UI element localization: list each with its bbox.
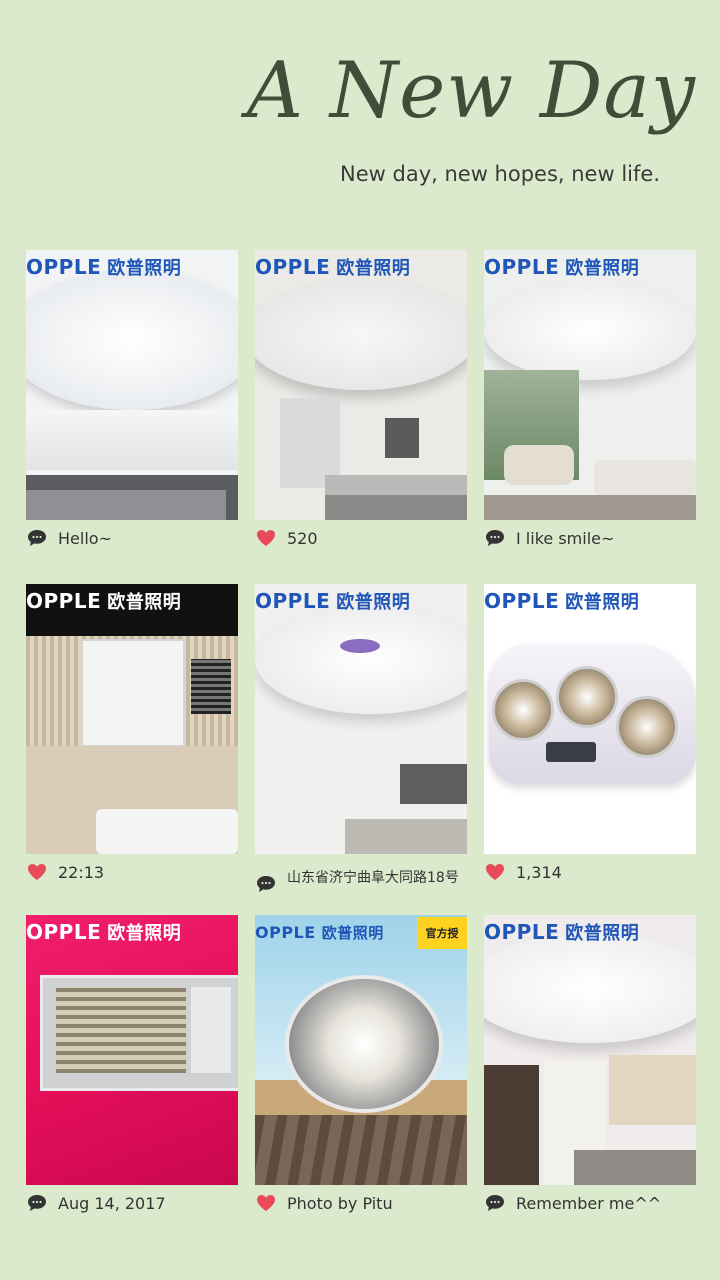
caption-text: Aug 14, 2017	[58, 1193, 166, 1213]
photo-tile[interactable]: OPPLE 欧普照明 Aug 14, 2017	[26, 915, 238, 1213]
tile-caption: Remember me^^	[484, 1193, 706, 1213]
photo-tile[interactable]: OPPLE 欧普照明 山东省济宁曲阜大同路18号	[255, 584, 467, 892]
caption-text: Photo by Pitu	[287, 1193, 393, 1213]
tile-caption: Photo by Pitu	[255, 1193, 477, 1213]
photo-tile[interactable]: OPPLE 欧普照明 22:13	[26, 584, 238, 882]
photo-tile[interactable]: OPPLE 欧普照明 1,314	[484, 584, 696, 882]
brand-logo: OPPLE 欧普照明	[255, 589, 411, 613]
tile-caption: 1,314	[484, 862, 706, 882]
official-badge: 官方授	[417, 917, 467, 949]
brand-logo: OPPLE 欧普照明	[484, 589, 640, 613]
caption-text: 22:13	[58, 862, 105, 882]
brand-logo: OPPLE 欧普照明	[255, 255, 411, 279]
chat-bubble-icon[interactable]	[26, 528, 48, 548]
page-subtitle: New day, new hopes, new life.	[340, 162, 660, 186]
header: A New Day New day, new hopes, new life.	[0, 0, 720, 230]
chat-bubble-icon[interactable]	[484, 528, 506, 548]
tile-photo[interactable]: OPPLE 欧普照明	[255, 250, 467, 520]
caption-text: I like smile~	[516, 528, 615, 548]
tile-photo[interactable]: OPPLE 欧普照明	[26, 250, 238, 520]
heart-icon[interactable]	[255, 528, 277, 548]
tile-caption: 520	[255, 528, 477, 548]
heart-icon[interactable]	[255, 1193, 277, 1213]
tile-photo[interactable]: OPPLE 欧普照明	[484, 915, 696, 1185]
caption-text: Hello~	[58, 528, 112, 548]
tile-photo[interactable]: OPPLE 欧普照明	[26, 915, 238, 1185]
caption-text: 520	[287, 528, 318, 548]
tile-caption: 山东省济宁曲阜大同路18号	[255, 860, 477, 894]
photo-tile[interactable]: OPPLE 欧普照明 520	[255, 250, 467, 548]
tile-caption: I like smile~	[484, 528, 706, 548]
photo-tile[interactable]: OPPLE 欧普照明 Remember me^^	[484, 915, 696, 1213]
brand-logo: OPPLE 欧普照明	[26, 920, 182, 944]
brand-logo: OPPLE 欧普照明	[26, 255, 182, 279]
brand-logo: OPPLE 欧普照明	[484, 920, 640, 944]
chat-bubble-icon[interactable]	[484, 1193, 506, 1213]
photo-tile[interactable]: OPPLE 欧普照明 I like smile~	[484, 250, 696, 548]
photo-tile[interactable]: 官方授 OPPLE 欧普照明 Photo by Pitu	[255, 915, 467, 1213]
page-title: A New Day	[246, 46, 696, 136]
tile-photo[interactable]: OPPLE 欧普照明	[484, 250, 696, 520]
caption-text: 山东省济宁曲阜大同路18号	[287, 870, 459, 886]
brand-logo: OPPLE 欧普照明	[484, 255, 640, 279]
tile-photo[interactable]: OPPLE 欧普照明	[255, 584, 467, 854]
chat-bubble-icon[interactable]	[26, 1193, 48, 1213]
brand-logo: OPPLE 欧普照明	[26, 589, 182, 613]
caption-text: Remember me^^	[516, 1193, 662, 1213]
tile-photo[interactable]: OPPLE 欧普照明	[484, 584, 696, 854]
heart-icon[interactable]	[26, 862, 48, 882]
photo-tile[interactable]: OPPLE 欧普照明 Hello~	[26, 250, 238, 548]
tile-photo[interactable]: OPPLE 欧普照明	[26, 584, 238, 854]
brand-logo: OPPLE 欧普照明	[255, 922, 384, 942]
tile-caption: Hello~	[26, 528, 248, 548]
heart-icon[interactable]	[484, 862, 506, 882]
tile-caption: Aug 14, 2017	[26, 1193, 248, 1213]
tile-photo[interactable]: 官方授 OPPLE 欧普照明	[255, 915, 467, 1185]
caption-text: 1,314	[516, 862, 562, 882]
chat-bubble-icon[interactable]	[255, 874, 277, 894]
tile-caption: 22:13	[26, 862, 248, 882]
